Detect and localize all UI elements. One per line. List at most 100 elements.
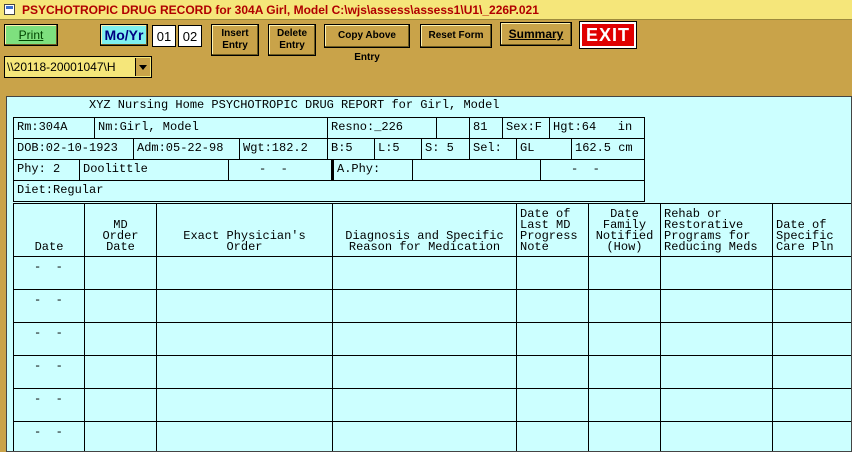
resno-field: Resno:_226	[327, 117, 437, 139]
table-cell-last-md-note[interactable]	[516, 355, 589, 389]
table-cell-rehab-programs[interactable]	[660, 322, 773, 356]
table-cell-family-notified[interactable]	[588, 289, 661, 323]
dob-field: DOB:02-10-1923	[13, 138, 134, 160]
table-cell-diagnosis[interactable]	[332, 421, 517, 451]
col-header-care-plan-date: Date of Specific Care Pln	[772, 203, 851, 257]
table-cell-date[interactable]: - -	[13, 421, 85, 451]
table-cell-last-md-note[interactable]	[516, 322, 589, 356]
alt-physician-name-field	[412, 159, 541, 181]
insert-entry-button[interactable]: Insert Entry	[211, 24, 259, 56]
admission-field: Adm:05-22-98	[133, 138, 240, 160]
delete-entry-button[interactable]: Delete Entry	[268, 24, 316, 56]
table-cell-date[interactable]: - -	[13, 388, 85, 422]
table-cell-care-plan-date[interactable]	[772, 388, 851, 422]
table-cell-care-plan-date[interactable]	[772, 256, 851, 290]
table-cell-care-plan-date[interactable]	[772, 322, 851, 356]
print-button-label: Print	[18, 28, 44, 42]
table-cell-family-notified[interactable]	[588, 421, 661, 451]
title-bar: PSYCHOTROPIC DRUG RECORD for 304A Girl, …	[0, 0, 852, 20]
month-field[interactable]	[152, 25, 176, 47]
col-header-date: Date	[13, 203, 85, 257]
diet-field: Diet:Regular	[13, 180, 645, 202]
physician-number-field: Phy: 2	[13, 159, 80, 181]
table-cell-family-notified[interactable]	[588, 322, 661, 356]
alt-physician-field: A.Phy:	[331, 159, 413, 181]
reset-form-button[interactable]: Reset Form	[420, 24, 492, 48]
table-cell-rehab-programs[interactable]	[660, 256, 773, 290]
col-header-diagnosis: Diagnosis and Specific Reason for Medica…	[332, 203, 517, 257]
window-icon[interactable]	[4, 4, 15, 15]
table-cell-family-notified[interactable]	[588, 388, 661, 422]
weight-field: Wgt:182.2	[239, 138, 328, 160]
table-cell-last-md-note[interactable]	[516, 421, 589, 451]
table-cell-diagnosis[interactable]	[332, 322, 517, 356]
l-field: L:5	[374, 138, 422, 160]
blank-field-1	[436, 117, 470, 139]
chevron-down-icon[interactable]	[135, 58, 150, 76]
table-cell-rehab-programs[interactable]	[660, 355, 773, 389]
table-cell-rehab-programs[interactable]	[660, 388, 773, 422]
s-field: S: 5	[421, 138, 470, 160]
table-cell-rehab-programs[interactable]	[660, 421, 773, 451]
b-field: B:5	[327, 138, 375, 160]
record-selector[interactable]: \\20118-20001047\H	[4, 56, 152, 78]
row-date-value: - -	[34, 293, 63, 307]
table-cell-care-plan-date[interactable]	[772, 421, 851, 451]
sex-field: Sex:F	[502, 117, 550, 139]
table-cell-md-order-date[interactable]	[84, 289, 157, 323]
table-cell-physician-order[interactable]	[156, 322, 333, 356]
table-cell-md-order-date[interactable]	[84, 256, 157, 290]
table-cell-rehab-programs[interactable]	[660, 289, 773, 323]
table-cell-md-order-date[interactable]	[84, 421, 157, 451]
delete-entry-label-1: Delete	[276, 28, 307, 39]
sel-field: Sel:	[469, 138, 517, 160]
table-cell-family-notified[interactable]	[588, 355, 661, 389]
copy-above-entry-button[interactable]: Copy Above Entry	[324, 24, 410, 63]
table-cell-family-notified[interactable]	[588, 256, 661, 290]
table-cell-diagnosis[interactable]	[332, 289, 517, 323]
table-cell-care-plan-date[interactable]	[772, 289, 851, 323]
table-cell-physician-order[interactable]	[156, 355, 333, 389]
table-cell-md-order-date[interactable]	[84, 355, 157, 389]
table-cell-last-md-note[interactable]	[516, 388, 589, 422]
table-cell-physician-order[interactable]	[156, 421, 333, 451]
col-header-rehab-programs: Rehab or Restorative Programs for Reduci…	[660, 203, 773, 257]
table-cell-last-md-note[interactable]	[516, 289, 589, 323]
table-cell-physician-order[interactable]	[156, 388, 333, 422]
summary-button[interactable]: Summary	[500, 22, 572, 46]
delete-entry-label-2: Entry	[279, 40, 305, 51]
table-cell-diagnosis[interactable]	[332, 355, 517, 389]
table-cell-md-order-date[interactable]	[84, 388, 157, 422]
physician-date-field: - -	[228, 159, 332, 181]
table-cell-physician-order[interactable]	[156, 256, 333, 290]
report-title: XYZ Nursing Home PSYCHOTROPIC DRUG REPOR…	[89, 98, 500, 112]
table-cell-diagnosis[interactable]	[332, 256, 517, 290]
record-selector-value: \\20118-20001047\H	[7, 60, 116, 74]
row-date-value: - -	[34, 392, 63, 406]
row-date-value: - -	[34, 260, 63, 274]
table-cell-last-md-note[interactable]	[516, 256, 589, 290]
alt-physician-date-field: - -	[540, 159, 645, 181]
table-cell-date[interactable]: - -	[13, 256, 85, 290]
mo-yr-button[interactable]: Mo/Yr	[100, 24, 148, 46]
weight-cm-field: 162.5 cm	[571, 138, 645, 160]
table-cell-date[interactable]: - -	[13, 355, 85, 389]
exit-button[interactable]: EXIT	[580, 22, 636, 48]
col-header-last-md-note: Date of Last MD Progress Note	[516, 203, 589, 257]
table-cell-care-plan-date[interactable]	[772, 355, 851, 389]
table-cell-date[interactable]: - -	[13, 322, 85, 356]
table-cell-diagnosis[interactable]	[332, 388, 517, 422]
col-header-md-order-date: MD Order Date	[84, 203, 157, 257]
year-field[interactable]	[178, 25, 202, 47]
table-cell-md-order-date[interactable]	[84, 322, 157, 356]
table-cell-physician-order[interactable]	[156, 289, 333, 323]
insert-entry-label-1: Insert	[221, 28, 249, 39]
physician-name-field: Doolittle	[79, 159, 229, 181]
drug-report-form: XYZ Nursing Home PSYCHOTROPIC DRUG REPOR…	[6, 96, 852, 452]
room-field: Rm:304A	[13, 117, 95, 139]
table-cell-date[interactable]: - -	[13, 289, 85, 323]
col-header-family-notified: Date Family Notified (How)	[588, 203, 661, 257]
height-field: Hgt:64 in	[549, 117, 645, 139]
col-header-physician-order: Exact Physician's Order	[156, 203, 333, 257]
print-button[interactable]: Print	[4, 24, 58, 46]
